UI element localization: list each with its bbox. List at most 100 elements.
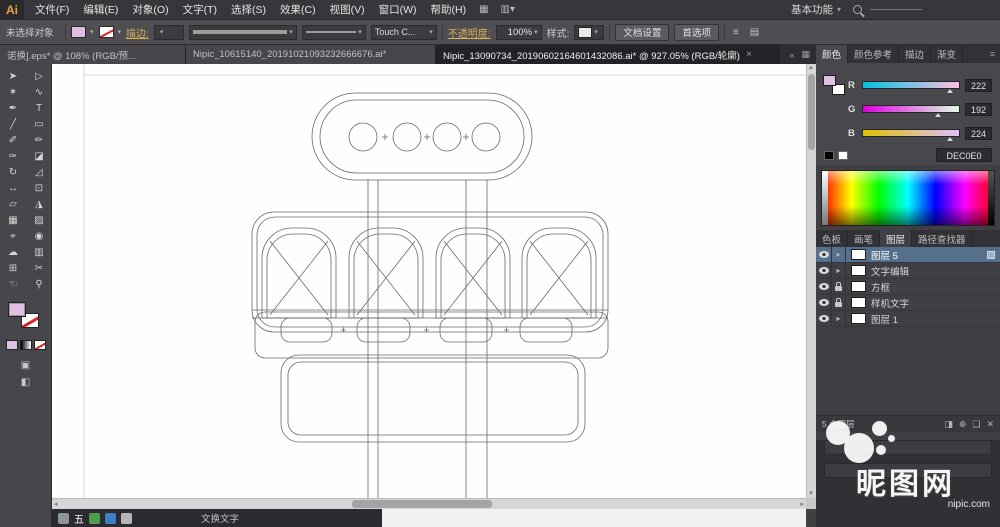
- delete-layer-icon[interactable]: ✕: [986, 419, 994, 430]
- blend-tool[interactable]: ◉: [26, 228, 52, 244]
- ime-mode-icon[interactable]: [89, 512, 100, 524]
- make-clipping-mask-icon[interactable]: ◨: [944, 419, 953, 430]
- keyboard-icon[interactable]: [105, 512, 116, 524]
- horizontal-scrollbar[interactable]: ◂ ▸: [52, 498, 806, 509]
- doc-tab-2[interactable]: Nipic_10615140_20191021093232666676.ai*: [186, 45, 436, 64]
- vertical-scrollbar-thumb[interactable]: [808, 74, 815, 150]
- layer-row-3[interactable]: 方框: [816, 279, 1000, 295]
- symbol-sprayer-tool[interactable]: ☁: [0, 244, 26, 260]
- fill-stroke-widget[interactable]: [6, 302, 45, 334]
- column-graph-tool[interactable]: ▥: [26, 244, 52, 260]
- scroll-down-icon[interactable]: ▼: [808, 491, 814, 497]
- canvas[interactable]: [52, 64, 806, 498]
- menu-item-5[interactable]: 选择(S): [224, 0, 273, 19]
- line-segment-tool[interactable]: ╱: [0, 116, 26, 132]
- visibility-toggle[interactable]: [816, 279, 832, 294]
- style-swatch-dropdown[interactable]: ▾: [574, 24, 605, 40]
- fill-stroke-indicator[interactable]: [823, 75, 847, 99]
- fill-color-swatch[interactable]: [71, 26, 86, 38]
- magic-wand-tool[interactable]: ✶: [0, 84, 26, 100]
- channel-slider-b[interactable]: [862, 129, 960, 141]
- color-panel-tab-3[interactable]: 描边: [899, 45, 932, 63]
- mesh-tool[interactable]: ▦: [0, 212, 26, 228]
- black-ramp[interactable]: [988, 171, 994, 225]
- menu-item-4[interactable]: 文字(T): [176, 0, 224, 19]
- color-panel-tab-2[interactable]: 颜色参考: [848, 45, 900, 63]
- blob-brush-tool[interactable]: ✑: [0, 148, 26, 164]
- perspective-grid-tool[interactable]: ◮: [26, 196, 52, 212]
- ime-icon[interactable]: [58, 512, 69, 524]
- gradient-tool[interactable]: ▨: [26, 212, 52, 228]
- pencil-tool[interactable]: ✏: [26, 132, 52, 148]
- layer-row-5[interactable]: ▸ 图层 1: [816, 311, 1000, 327]
- doc-tab-1[interactable]: 诺换].eps* @ 108% (RGB/预...: [0, 45, 186, 64]
- menu-item-1[interactable]: 文件(F): [28, 0, 76, 19]
- layer-thumbnail[interactable]: [851, 265, 866, 276]
- doc-tab-3[interactable]: Nipic_13090734_20190602164601432086.ai* …: [436, 45, 780, 64]
- slider-marker[interactable]: [946, 89, 953, 93]
- shape-builder-tool[interactable]: ▱: [0, 196, 26, 212]
- type-tool[interactable]: T: [26, 100, 52, 116]
- width-tool[interactable]: ↔: [0, 180, 26, 196]
- paintbrush-tool[interactable]: ✐: [0, 132, 26, 148]
- color-panel-tab-1[interactable]: 颜色: [816, 45, 849, 63]
- tab-list-icon[interactable]: ▦: [801, 49, 810, 60]
- vertical-scrollbar[interactable]: ▲ ▼: [806, 64, 816, 498]
- menu-item-3[interactable]: 对象(O): [125, 0, 175, 19]
- tab-close-icon[interactable]: ×: [746, 49, 752, 60]
- panel-tab-3[interactable]: 图层: [880, 230, 913, 247]
- scroll-right-icon[interactable]: ▸: [800, 500, 804, 508]
- visibility-toggle[interactable]: [816, 247, 832, 262]
- panel-tab-2[interactable]: 画笔: [848, 230, 881, 247]
- lasso-tool[interactable]: ∿: [26, 84, 52, 100]
- new-sublayer-icon[interactable]: ⊕: [959, 419, 967, 430]
- screen-mode-icon[interactable]: ◧: [21, 377, 30, 388]
- opacity-link[interactable]: 不透明度:: [448, 25, 491, 40]
- layer-row-4[interactable]: 样机文字: [816, 295, 1000, 311]
- layer-row-2[interactable]: ▸ 文字编辑: [816, 263, 1000, 279]
- collapsed-panel-row-1[interactable]: [824, 440, 992, 455]
- layer-thumbnail[interactable]: [851, 249, 866, 260]
- chevron-down-icon[interactable]: ▾: [90, 28, 94, 36]
- expand-toggle[interactable]: ▸: [832, 311, 846, 326]
- layer-row-1[interactable]: ▸ 图层 5: [816, 247, 1000, 263]
- document-setup-button[interactable]: 文档设置: [615, 23, 670, 41]
- drawing-mode-icon[interactable]: ▣: [21, 360, 30, 371]
- panel-tab-4[interactable]: 路径查找器: [912, 230, 973, 247]
- fill-swatch[interactable]: [8, 302, 26, 317]
- taskbar-button[interactable]: 文换文字: [201, 511, 239, 525]
- ime-wubi-label[interactable]: 五: [74, 511, 84, 526]
- eraser-tool[interactable]: ◪: [26, 148, 52, 164]
- opacity-value-dropdown[interactable]: 100% ▾: [495, 24, 542, 40]
- visibility-toggle[interactable]: [816, 263, 832, 278]
- preferences-button[interactable]: 首选项: [674, 23, 719, 41]
- lock-toggle[interactable]: [832, 279, 846, 294]
- collapse-dock-icon[interactable]: «: [789, 50, 794, 60]
- panel-tab-1[interactable]: 色板: [816, 230, 849, 247]
- none-mode-icon[interactable]: [33, 340, 46, 350]
- color-panel-tab-4[interactable]: 渐变: [931, 45, 964, 63]
- slider-marker[interactable]: [947, 137, 954, 141]
- eyedropper-tool[interactable]: ⌖: [0, 228, 26, 244]
- expand-toggle[interactable]: ▸: [832, 247, 846, 262]
- control-panel-menu-icon[interactable]: ▤: [747, 27, 762, 38]
- stroke-color-swatch[interactable]: [98, 26, 114, 38]
- expand-toggle[interactable]: ▸: [832, 263, 846, 278]
- hex-value-field[interactable]: DEC0E0: [936, 148, 992, 162]
- color-spectrum[interactable]: [821, 170, 995, 226]
- color-panel-menu-icon[interactable]: ≡: [985, 45, 1000, 63]
- gradient-mode-icon[interactable]: [19, 340, 32, 350]
- white-ramp[interactable]: [822, 171, 828, 225]
- arrange-documents-icon[interactable]: ▥▾: [495, 4, 521, 15]
- rotate-tool[interactable]: ↻: [0, 164, 26, 180]
- fill-indicator[interactable]: [823, 75, 836, 86]
- channel-slider-r[interactable]: [862, 81, 960, 93]
- direct-selection-tool[interactable]: ▷: [26, 68, 52, 84]
- bridge-icon[interactable]: ▦: [473, 4, 494, 15]
- workspace-switcher[interactable]: 基本功能 ▾: [783, 2, 849, 17]
- color-mode-icon[interactable]: [5, 340, 18, 350]
- touch-dropdown[interactable]: Touch C... ▾: [370, 24, 437, 40]
- chevron-down-icon[interactable]: ▾: [118, 28, 122, 36]
- channel-slider-g[interactable]: [862, 105, 960, 117]
- menu-item-8[interactable]: 窗口(W): [372, 0, 424, 19]
